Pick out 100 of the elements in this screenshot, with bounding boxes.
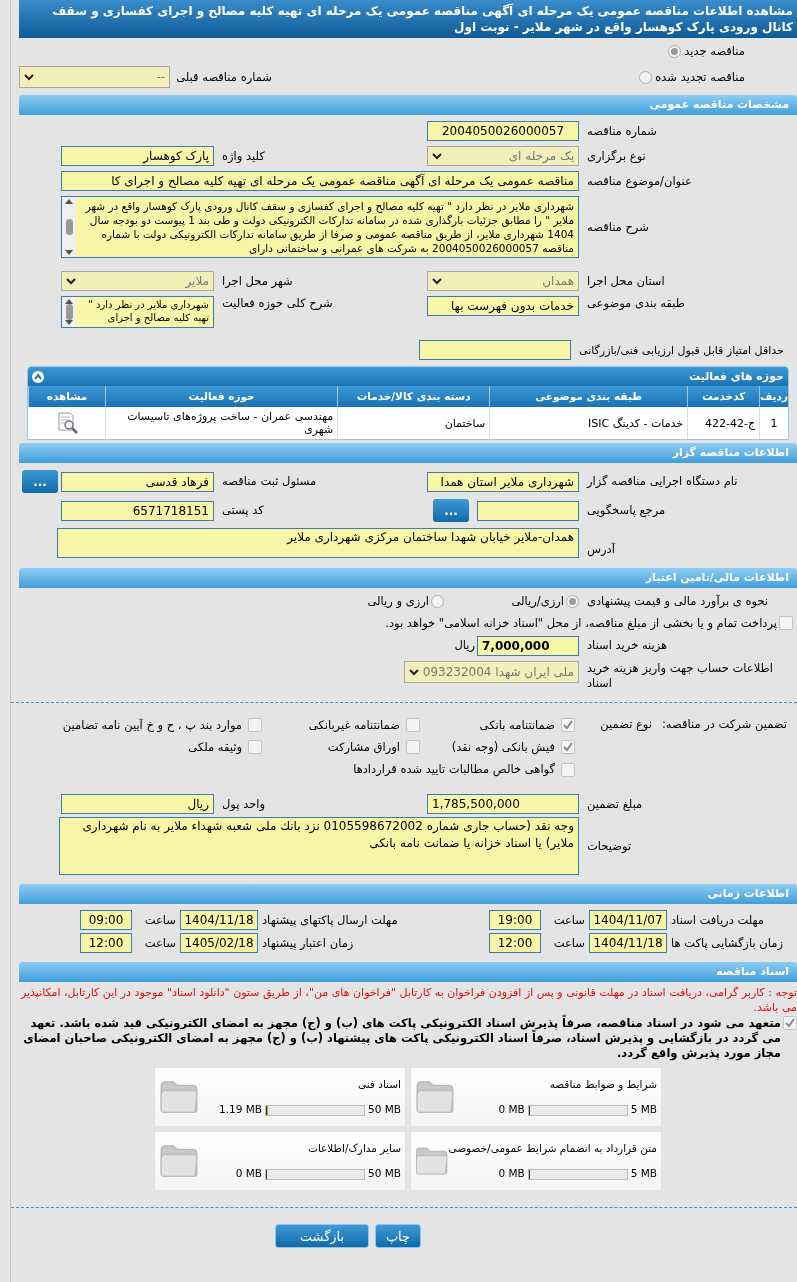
used-size: 0 MB [498, 1166, 525, 1182]
option-label: ضمانتنامه بانکی [479, 716, 555, 734]
text-field[interactable]: 1404/11/07 [589, 910, 667, 931]
field-label: واحد پول [221, 796, 267, 812]
scrollbar[interactable] [62, 197, 76, 258]
dropdown[interactable]: -- [19, 66, 171, 89]
field-label: استان محل اجرا [586, 272, 666, 289]
text-field[interactable] [477, 500, 579, 521]
field-label: شرح مناقصه [586, 219, 650, 235]
text-field[interactable]: 09:00 [80, 910, 132, 931]
dropdown[interactable]: ملی ایران شهدا 093232004 [403, 660, 579, 683]
field-label: زمان اعتبار پیشنهاد [261, 935, 355, 951]
radio-button[interactable] [566, 595, 579, 609]
dropdown[interactable]: همدان [427, 271, 579, 292]
chevron-down-icon [432, 152, 442, 161]
text-field[interactable] [419, 340, 571, 361]
chevron-down-icon [432, 277, 442, 286]
text-field[interactable]: 1405/02/18 [180, 933, 258, 954]
checkbox[interactable] [406, 740, 420, 755]
folder-icon [159, 1144, 199, 1179]
column-header: مشاهده [28, 386, 106, 408]
text-field[interactable]: 7,000,000 [477, 635, 579, 656]
notice-text: توجه : کاربر گرامی، دریافت اسناد در مهلت قانونی و پس از افزودن فراخوان به کارتابل "فراخوان های من"، از طریق ستون "دانلود اسناد" موجود در این کارتابل، امکانپذیر می باشد. [19, 985, 797, 1015]
section-title: اطلاعات مالی/تامین اعتبار [645, 570, 789, 586]
column-header: طبقه بندی موضوعی [489, 386, 688, 408]
field-label: عنوان/موضوع مناقصه [586, 173, 693, 189]
text-field[interactable]: 2004050026000057 [427, 121, 579, 142]
field-label: شهر محل اجرا [221, 272, 294, 289]
field-label: ساعت [143, 912, 177, 928]
max-size: 50 MB [368, 1102, 401, 1118]
text-field[interactable]: 12:00 [489, 933, 541, 954]
file-title: شرایط و ضوابط مناقصه [549, 1076, 657, 1093]
radio-button[interactable] [668, 45, 682, 59]
text-field[interactable]: فرهاد قدسی [61, 471, 214, 492]
text-field[interactable]: خدمات بدون فهرست بها [427, 296, 579, 317]
option-label: گواهی خالص مطالبات تایید شده قراردادها [353, 761, 555, 779]
used-size: 1.19 MB [219, 1102, 263, 1118]
page-title: مشاهده اطلاعات مناقصه عمومی یک مرحله ای آگهی مناقصه عمومی یک مرحله ای تهیه کلیه مصالح و اجرای کفسازی و سقف کانال ورودی پارک کوهسار واقع در شهر ملایر - نوبت اول [19, 0, 797, 38]
checkbox[interactable] [248, 718, 262, 733]
used-size: 0 MB [235, 1166, 263, 1182]
checkbox[interactable] [779, 615, 793, 630]
file-title: اسناد فنی [357, 1076, 401, 1092]
view-document-icon[interactable] [55, 412, 78, 435]
table-cell: ساختمان [337, 407, 490, 440]
scroll-thumb[interactable] [65, 304, 73, 321]
file-title: سایر مدارک/اطلاعات [308, 1140, 401, 1157]
radio-button[interactable] [639, 70, 653, 84]
field-label: شرح کلی حوزه فعالیت [221, 296, 334, 312]
table-cell: خدمات - کدینگ ISIC [489, 407, 688, 440]
column-header: کدخدمت [687, 386, 760, 408]
option-label: موارد بند پ ، ح و خ آیین نامه تضامین [62, 716, 242, 734]
text-field[interactable]: مناقصه عمومی یک مرحله ای آگهی مناقصه عمومی یک مرحله ای تهیه کلیه مصالح و اجرای کا [61, 171, 579, 192]
collapse-toggle[interactable] [32, 370, 44, 383]
radio-button[interactable] [431, 595, 444, 609]
text-field[interactable]: 1404/11/18 [589, 933, 667, 954]
text-field[interactable]: 6571718151 [61, 500, 214, 521]
checkbox[interactable] [561, 762, 575, 777]
checkbox[interactable] [783, 1016, 797, 1031]
field-label: نوع برگزاری [586, 148, 647, 164]
field-label: آدرس [586, 540, 616, 557]
dropdown[interactable]: یک مرحله ای [427, 146, 579, 167]
scroll-up-icon[interactable] [65, 199, 73, 205]
activity-text: شهرداری ملایر در نظر دارد " تهیه کلیه مصالح و اجرای [76, 297, 213, 328]
description-text: شهرداری ملایر در نظر دارد " تهیه کلیه مصالح و اجرای کفسازی و سقف کانال ورودی پارک کوهسار واقع در شهر ملایر " را مطابق جزئیات بارگذاری شده در سامانه تدارکات الکترونیکی دولت و طی بند 1 پیوست دو بودجه سال 1404 شهرداری ملایر، از طریق مناقصه عمومی و صرفا از طریق سامانه تدارکات الکترونیکی دولت با شماره مناقصه 2004050026000057 به شرکت های عمرانی و ساختمانی دارای [84, 199, 575, 257]
max-size: 5 MB [630, 1166, 657, 1182]
field-label: طبقه بندی موضوعی [586, 296, 686, 312]
field-label: نام دستگاه اجرایی مناقصه گزار [585, 474, 739, 490]
chevron-down-icon [24, 73, 34, 82]
browse-button[interactable]: ... [433, 499, 469, 523]
checkbox[interactable] [248, 740, 262, 755]
text-field[interactable]: شهرداری ملایر استان همدا [427, 471, 579, 492]
field-label: تضمین شرکت در مناقصه: [660, 716, 788, 732]
action-button[interactable]: بازگشت [275, 1224, 369, 1249]
activity-textarea[interactable]: شهرداری ملایر در نظر دارد " تهیه کلیه مصالح و اجرای [61, 296, 214, 329]
table-cell: ج-42-422 [687, 407, 760, 440]
scroll-down-icon[interactable] [65, 250, 73, 256]
action-button[interactable]: چاپ [375, 1224, 421, 1249]
checkbox[interactable] [561, 740, 575, 755]
scroll-thumb[interactable] [65, 219, 73, 236]
text-field[interactable]: وجه نقد (حساب جاری شماره 0105598672002 نزد بانك ملی شعبه شهداء ملایر به نام شهرداری ملایر) یا اسناد خزانه یا ضمانت نامه بانکی [59, 817, 579, 876]
text-field[interactable]: 1,785,500,000 [427, 794, 579, 815]
browse-button[interactable]: ... [22, 470, 58, 494]
field-label: کلید واژه [221, 148, 266, 164]
dropdown[interactable]: ملایر [61, 271, 214, 292]
text-field[interactable]: ریال [61, 794, 214, 815]
table-cell: 1 [759, 407, 788, 440]
option-label: مناقصه تجدید شده [655, 68, 745, 86]
option-label: ارزی/ریالی [511, 593, 564, 611]
field-label: شماره مناقصه قبلی [175, 69, 273, 85]
field-label: ساعت [143, 935, 177, 951]
scrollbar[interactable] [62, 297, 76, 328]
option-label: اوراق مشارکت [327, 738, 400, 756]
text-field[interactable]: 19:00 [489, 910, 541, 931]
text-field[interactable]: 1404/11/18 [180, 910, 258, 931]
checkbox[interactable] [561, 718, 575, 733]
checkbox[interactable] [406, 718, 420, 733]
field-label: زمان بازگشایی پاکت ها [670, 935, 784, 951]
text-field[interactable]: پارک کوهسار [61, 146, 214, 167]
text-field[interactable]: 12:00 [80, 933, 132, 954]
text-field[interactable]: همدان-ملایر خیابان شهدا ساختمان مرکزی شهرداری ملایر [57, 528, 579, 559]
